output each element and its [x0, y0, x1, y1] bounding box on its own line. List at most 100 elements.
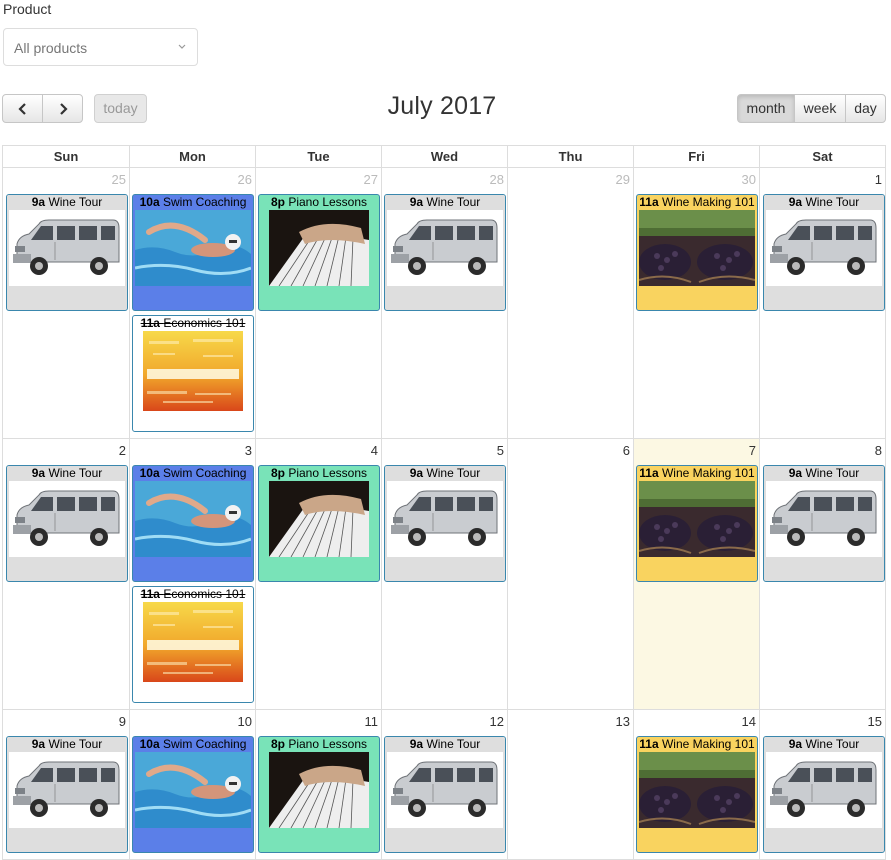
day-number: 9 — [118, 714, 126, 729]
event-wine[interactable]: 9a Wine Tour — [6, 194, 128, 311]
event-title: 9a Wine Tour — [7, 195, 127, 210]
day-cell[interactable]: 7 11a Wine Making 101 — [633, 439, 759, 710]
event-title: 9a Wine Tour — [385, 737, 505, 752]
day-number: 26 — [237, 172, 252, 187]
day-cell[interactable]: 6 — [507, 439, 633, 710]
event-name: Swim Coaching — [163, 737, 247, 751]
van-image — [766, 752, 882, 828]
day-cell[interactable]: 4 8p Piano Lessons — [255, 439, 381, 710]
day-number: 7 — [748, 443, 756, 458]
day-cell[interactable]: 5 9a Wine Tour — [381, 439, 507, 710]
event-title: 9a Wine Tour — [385, 195, 505, 210]
event-wine[interactable]: 9a Wine Tour — [6, 465, 128, 582]
event-winemaking[interactable]: 11a Wine Making 101 — [636, 736, 758, 853]
day-number: 11 — [364, 714, 379, 729]
event-time: 8p — [270, 737, 285, 751]
event-time: 8p — [270, 195, 285, 209]
event-wine[interactable]: 9a Wine Tour — [6, 736, 128, 853]
economics-image — [143, 602, 243, 682]
day-cell[interactable]: 3 10a Swim Coaching 11a Economics 101 — [129, 439, 255, 710]
day-cell[interactable]: 14 11a Wine Making 101 — [633, 710, 759, 860]
event-time: 10a — [139, 737, 160, 751]
piano-image — [269, 481, 369, 557]
day-number: 28 — [489, 172, 504, 187]
next-button[interactable] — [42, 94, 83, 123]
day-number: 15 — [867, 714, 882, 729]
event-time: 9a — [409, 737, 424, 751]
event-name: Wine Making 101 — [661, 466, 755, 480]
event-time: 8p — [270, 466, 285, 480]
van-image — [9, 210, 125, 286]
event-name: Wine Tour — [805, 466, 860, 480]
product-select[interactable]: All products — [3, 28, 198, 66]
van-image — [387, 481, 503, 557]
event-name: Piano Lessons — [288, 195, 368, 209]
day-header: Mon — [129, 146, 255, 168]
event-winemaking[interactable]: 11a Wine Making 101 — [636, 194, 758, 311]
day-cell[interactable]: 2 9a Wine Tour — [2, 439, 129, 710]
event-title: 11a Wine Making 101 — [637, 466, 757, 481]
month-view-button[interactable]: month — [737, 94, 795, 123]
event-title: 8p Piano Lessons — [259, 466, 379, 481]
week-view-button[interactable]: week — [794, 94, 846, 123]
day-header: Tue — [255, 146, 381, 168]
day-cell[interactable]: 30 11a Wine Making 101 — [633, 168, 759, 439]
day-cell[interactable]: 15 9a Wine Tour — [759, 710, 886, 860]
day-number: 1 — [874, 172, 882, 187]
event-piano[interactable]: 8p Piano Lessons — [258, 465, 380, 582]
today-button[interactable]: today — [94, 94, 147, 123]
event-swim[interactable]: 10a Swim Coaching — [132, 465, 254, 582]
event-wine[interactable]: 9a Wine Tour — [763, 465, 885, 582]
event-econ[interactable]: 11a Economics 101 — [132, 586, 254, 703]
event-name: Wine Tour — [426, 737, 481, 751]
day-cell[interactable]: 10 10a Swim Coaching — [129, 710, 255, 860]
event-wine[interactable]: 9a Wine Tour — [384, 194, 506, 311]
event-name: Wine Tour — [426, 195, 481, 209]
day-number: 8 — [874, 443, 882, 458]
piano-image — [269, 752, 369, 828]
event-name: Wine Tour — [48, 195, 103, 209]
event-piano[interactable]: 8p Piano Lessons — [258, 194, 380, 311]
day-cell[interactable]: 8 9a Wine Tour — [759, 439, 886, 710]
event-wine[interactable]: 9a Wine Tour — [763, 194, 885, 311]
event-time: 9a — [788, 466, 803, 480]
day-cell[interactable]: 12 9a Wine Tour — [381, 710, 507, 860]
event-title: 10a Swim Coaching — [133, 195, 253, 210]
day-number: 12 — [489, 714, 504, 729]
day-view-button[interactable]: day — [845, 94, 886, 123]
event-piano[interactable]: 8p Piano Lessons — [258, 736, 380, 853]
event-wine[interactable]: 9a Wine Tour — [384, 465, 506, 582]
day-cell[interactable]: 11 8p Piano Lessons — [255, 710, 381, 860]
event-title: 8p Piano Lessons — [259, 737, 379, 752]
day-cell[interactable]: 26 10a Swim Coaching 11a Economics 101 — [129, 168, 255, 439]
event-wine[interactable]: 9a Wine Tour — [384, 736, 506, 853]
van-image — [766, 210, 882, 286]
event-winemaking[interactable]: 11a Wine Making 101 — [636, 465, 758, 582]
event-econ[interactable]: 11a Economics 101 — [132, 315, 254, 432]
event-time: 11a — [639, 737, 659, 751]
event-swim[interactable]: 10a Swim Coaching — [132, 736, 254, 853]
day-cell[interactable]: 25 9a Wine Tour — [2, 168, 129, 439]
swimmer-image — [135, 752, 251, 828]
day-cell[interactable]: 28 9a Wine Tour — [381, 168, 507, 439]
event-title: 9a Wine Tour — [7, 466, 127, 481]
day-number: 4 — [370, 443, 378, 458]
product-select-value: All products — [14, 40, 88, 56]
month-grid: Sun Mon Tue Wed Thu Fri Sat 25 9a Wine To… — [2, 145, 886, 860]
event-swim[interactable]: 10a Swim Coaching — [132, 194, 254, 311]
day-number: 27 — [363, 172, 378, 187]
day-cell[interactable]: 9 9a Wine Tour — [2, 710, 129, 860]
day-cell[interactable]: 29 — [507, 168, 633, 439]
day-cell[interactable]: 27 8p Piano Lessons — [255, 168, 381, 439]
event-time: 9a — [788, 195, 803, 209]
day-number: 13 — [615, 714, 630, 729]
day-cell[interactable]: 1 9a Wine Tour — [759, 168, 886, 439]
prev-button[interactable] — [2, 94, 43, 123]
day-cell[interactable]: 13 — [507, 710, 633, 860]
event-wine[interactable]: 9a Wine Tour — [763, 736, 885, 853]
event-title: 9a Wine Tour — [7, 737, 127, 752]
event-time: 9a — [409, 195, 424, 209]
event-time: 9a — [788, 737, 803, 751]
day-header: Sun — [2, 146, 129, 168]
event-name: Economics 101 — [163, 316, 246, 330]
